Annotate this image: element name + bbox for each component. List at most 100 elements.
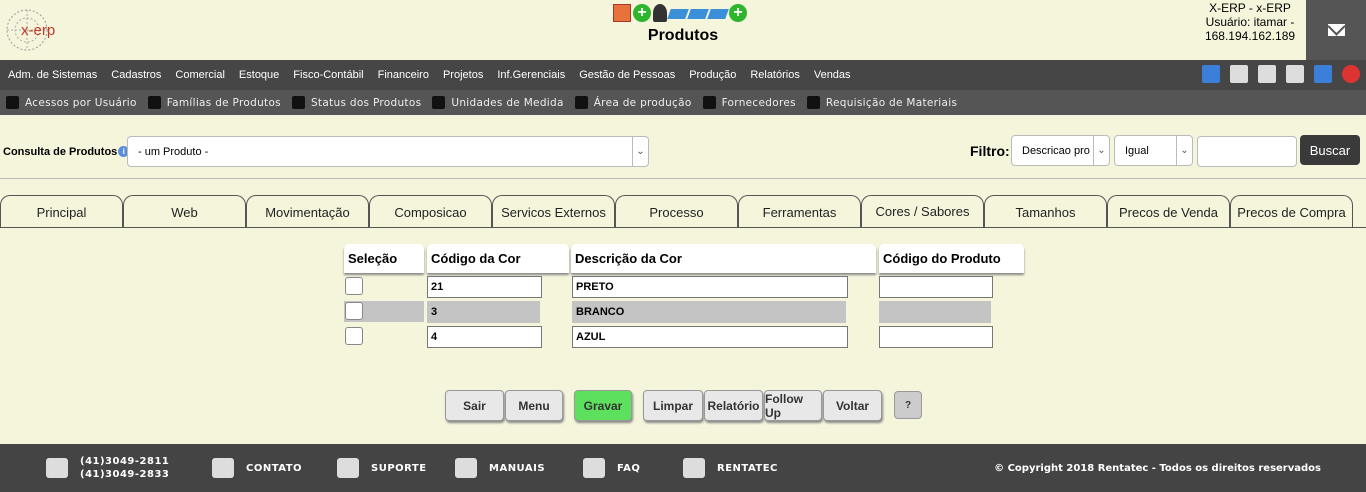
envelope-icon [1327, 24, 1345, 36]
voltar-button[interactable]: Voltar [823, 390, 882, 421]
submenu-unidades-medida[interactable]: Unidades de Medida [432, 96, 563, 109]
header: x-erp + + Produtos X-ERP - x-ERP Usuário… [0, 0, 1366, 60]
notes-icon[interactable] [1286, 65, 1304, 83]
descricao-cor-field[interactable]: PRETO [572, 276, 848, 298]
codigo-cor-field[interactable]: 3 [427, 301, 540, 323]
row-checkbox[interactable] [345, 327, 363, 345]
tab-principal[interactable]: Principal [0, 195, 123, 228]
add-icon[interactable]: + [633, 4, 651, 22]
phone-2: (41)3049-2833 [80, 469, 170, 480]
menu-cadastros[interactable]: Cadastros [105, 69, 167, 81]
faq-icon [583, 458, 605, 478]
footer-faq[interactable]: FAQ [583, 444, 640, 492]
col-header-codigo-cor[interactable]: Código da Cor [427, 244, 569, 273]
filtro-campo-select[interactable]: Descricao pro ⌄ [1011, 135, 1110, 166]
sair-button[interactable]: Sair [445, 390, 504, 421]
divider [0, 178, 1366, 179]
chat-icon[interactable] [1314, 65, 1332, 83]
add-icon-2[interactable]: + [729, 4, 747, 22]
buscar-button[interactable]: Buscar [1300, 135, 1360, 165]
footer-rentatec[interactable]: RENTATEC [683, 444, 778, 492]
factory-icon [574, 96, 588, 109]
menu-adm-sistemas[interactable]: Adm. de Sistemas [2, 69, 103, 81]
people-icon [806, 96, 820, 109]
tabs-baseline [0, 227, 1366, 228]
truck-small-icon [702, 96, 716, 109]
gravar-button[interactable]: Gravar [574, 390, 632, 421]
footer-contato[interactable]: CONTATO [212, 444, 302, 492]
limpar-button[interactable]: Limpar [643, 390, 703, 421]
tab-movimentacao[interactable]: Movimentação [246, 195, 369, 228]
menu-financeiro[interactable]: Financeiro [372, 69, 435, 81]
menu-fisco-contabil[interactable]: Fisco-Contábil [287, 69, 369, 81]
codigo-produto-field[interactable] [879, 301, 991, 323]
filtro-valor-input[interactable] [1197, 136, 1297, 167]
col-header-selecao[interactable]: Seleção [344, 244, 424, 273]
tab-processo[interactable]: Processo [615, 195, 738, 228]
user-icon[interactable] [653, 4, 667, 22]
relatorio-button[interactable]: Relatório [704, 390, 763, 421]
tab-precos-venda[interactable]: Precos de Venda [1107, 195, 1230, 228]
tab-composicao[interactable]: Composicao [369, 195, 492, 228]
home-icon[interactable] [1202, 65, 1220, 83]
footer-manuais[interactable]: MANUAIS [455, 444, 545, 492]
menu-relatorios[interactable]: Relatórios [744, 69, 806, 81]
cart-icon [291, 96, 305, 109]
tab-bar: Principal Web Movimentação Composicao Se… [0, 195, 1366, 228]
tab-web[interactable]: Web [123, 195, 246, 228]
tab-cores-sabores[interactable]: Cores / Sabores [861, 195, 984, 228]
row-checkbox[interactable] [345, 302, 363, 320]
card-icon-2[interactable] [707, 9, 729, 19]
menu-comercial[interactable]: Comercial [169, 69, 231, 81]
books-icon [455, 458, 477, 478]
submenu-area-producao[interactable]: Área de produção [574, 96, 692, 109]
submenu-fornecedores[interactable]: Fornecedores [702, 96, 796, 109]
presentation-icon[interactable] [613, 4, 631, 22]
menu-vendas[interactable]: Vendas [808, 69, 857, 81]
tab-ferramentas[interactable]: Ferramentas [738, 195, 861, 228]
descricao-cor-field[interactable]: AZUL [572, 326, 848, 348]
document-icon[interactable] [1258, 65, 1276, 83]
codigo-cor-field[interactable]: 4 [427, 326, 542, 348]
menu-gestao-pessoas[interactable]: Gestão de Pessoas [573, 69, 681, 81]
col-header-codigo-produto[interactable]: Código do Produto [879, 244, 1024, 273]
house-icon [6, 96, 19, 109]
menu-projetos[interactable]: Projetos [437, 69, 489, 81]
truck-icon[interactable] [667, 9, 689, 19]
menu-producao[interactable]: Produção [683, 69, 742, 81]
help-button[interactable]: ? [894, 391, 922, 419]
sub-menu: Acessos por Usuário Famílias de Produtos… [0, 90, 1366, 115]
mail-button[interactable] [1306, 0, 1366, 60]
print-icon[interactable] [1230, 65, 1248, 83]
family-icon [147, 96, 161, 109]
submenu-status-produtos[interactable]: Status dos Produtos [291, 96, 421, 109]
quick-icons: + + [613, 4, 747, 22]
envelope-icon [212, 458, 234, 478]
tab-servicos-externos[interactable]: Servicos Externos [492, 195, 615, 228]
filtro-label: Filtro: [970, 143, 1010, 159]
chevron-down-icon: ⌄ [1093, 136, 1109, 165]
follow-up-button[interactable]: Follow Up [764, 390, 822, 421]
row-checkbox[interactable] [345, 277, 363, 295]
main-menu: Adm. de Sistemas Cadastros Comercial Est… [0, 60, 1366, 90]
menu-inf-gerenciais[interactable]: Inf.Gerenciais [491, 69, 571, 81]
menu-estoque[interactable]: Estoque [233, 69, 285, 81]
produto-select[interactable]: - um Produto - ⌄ [127, 136, 649, 167]
globe-small-icon [432, 96, 446, 109]
menu-button[interactable]: Menu [505, 390, 563, 421]
footer-suporte[interactable]: SUPORTE [337, 444, 427, 492]
card-icon[interactable] [687, 9, 709, 19]
filtro-operador-select[interactable]: Igual ⌄ [1114, 135, 1193, 166]
tab-tamanhos[interactable]: Tamanhos [984, 195, 1107, 228]
power-icon[interactable] [1342, 65, 1360, 83]
codigo-cor-field[interactable]: 21 [427, 276, 542, 298]
submenu-familias-produtos[interactable]: Famílias de Produtos [147, 96, 281, 109]
col-header-descricao-cor[interactable]: Descrição da Cor [571, 244, 876, 273]
tab-precos-compra[interactable]: Precos de Compra [1230, 195, 1353, 228]
codigo-produto-field[interactable] [879, 276, 993, 298]
codigo-produto-field[interactable] [879, 326, 993, 348]
descricao-cor-field[interactable]: BRANCO [572, 301, 846, 323]
submenu-acessos-usuario[interactable]: Acessos por Usuário [6, 96, 137, 109]
rentatec-icon [683, 458, 705, 478]
submenu-requisicao-materiais[interactable]: Requisição de Materiais [806, 96, 957, 109]
